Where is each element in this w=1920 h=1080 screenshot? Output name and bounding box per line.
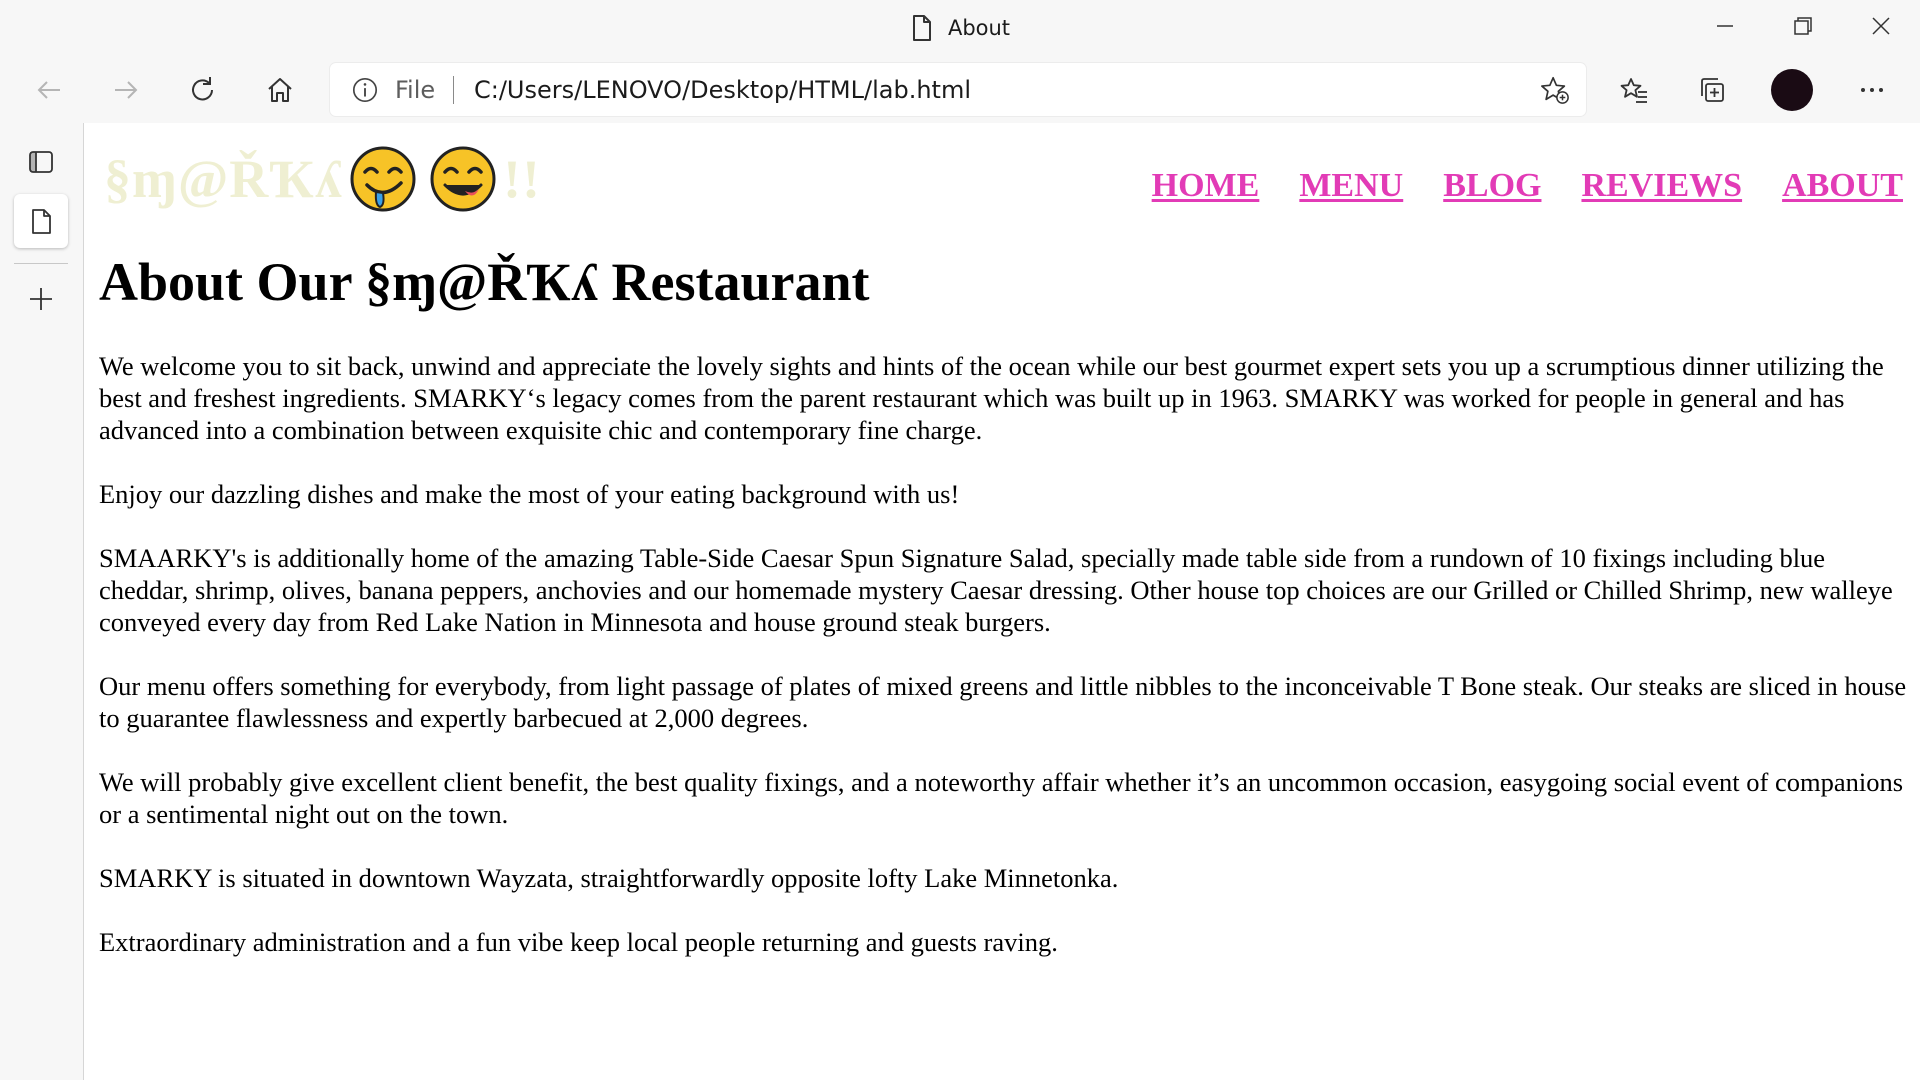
tab-actions-button[interactable] bbox=[14, 135, 68, 189]
close-icon bbox=[1872, 17, 1890, 35]
window-title: About bbox=[0, 12, 1920, 44]
collections-icon bbox=[1701, 78, 1724, 102]
address-scheme-label: File bbox=[395, 76, 436, 104]
refresh-icon bbox=[192, 77, 213, 101]
logo-text: §ɱ@ŘҠʎ bbox=[104, 149, 343, 209]
browser-toolbar: File C:/Users/LENOVO/Desktop/HTML/lab.ht… bbox=[0, 57, 1920, 123]
title-bar: About bbox=[0, 0, 1920, 57]
site-info-button[interactable] bbox=[350, 75, 380, 105]
minimize-button[interactable] bbox=[1686, 0, 1764, 52]
nav-link-home[interactable]: HOME bbox=[1152, 167, 1260, 205]
paragraph-location: SMARKY is situated in downtown Wayzata, … bbox=[99, 863, 1119, 893]
new-tab-button[interactable] bbox=[14, 272, 68, 326]
nav-link-menu[interactable]: MENU bbox=[1299, 167, 1403, 205]
yum-face-emoji-icon bbox=[430, 146, 496, 212]
paragraph-intro: We welcome you to sit back, unwind and a… bbox=[99, 351, 1884, 445]
about-content: We welcome you to sit back, unwind and a… bbox=[99, 350, 1917, 990]
collections-button[interactable] bbox=[1689, 67, 1735, 113]
address-separator bbox=[453, 76, 454, 104]
minimize-icon bbox=[1717, 25, 1733, 27]
paragraph-vibe: Extraordinary administration and a fun v… bbox=[99, 927, 1058, 957]
more-dots-icon bbox=[1861, 88, 1883, 92]
back-arrow-icon bbox=[37, 81, 60, 99]
close-button[interactable] bbox=[1842, 0, 1920, 52]
address-bar[interactable]: File C:/Users/LENOVO/Desktop/HTML/lab.ht… bbox=[330, 63, 1586, 116]
tab-divider bbox=[14, 263, 68, 264]
forward-arrow-icon bbox=[115, 81, 138, 99]
address-url[interactable]: C:/Users/LENOVO/Desktop/HTML/lab.html bbox=[474, 75, 971, 105]
paragraph-service: We will probably give excellent client b… bbox=[99, 767, 1904, 829]
favorites-list-icon bbox=[1620, 78, 1647, 103]
window-title-text: About bbox=[947, 16, 1011, 40]
back-button[interactable] bbox=[26, 67, 72, 113]
paragraph-enjoy: Enjoy our dazzling dishes and make the m… bbox=[99, 479, 960, 509]
favorites-button[interactable] bbox=[1611, 67, 1657, 113]
vertical-tab-strip bbox=[0, 123, 84, 1080]
nav-link-about[interactable]: ABOUT bbox=[1782, 167, 1903, 205]
logo-suffix: !! bbox=[502, 149, 541, 209]
forward-button[interactable] bbox=[103, 67, 149, 113]
tab-panel-icon bbox=[29, 151, 53, 173]
web-page: §ɱ@ŘҠʎ !! HOME MENU BLOG REVIEWS ABOUT A… bbox=[84, 124, 1920, 1080]
paragraph-menu: Our menu offers something for everybody,… bbox=[99, 671, 1907, 733]
main-nav: HOME MENU BLOG REVIEWS ABOUT bbox=[1152, 167, 1903, 205]
star-add-icon bbox=[1541, 76, 1569, 104]
page-icon bbox=[912, 15, 931, 41]
restore-button[interactable] bbox=[1764, 0, 1842, 52]
add-favorite-button[interactable] bbox=[1538, 74, 1572, 106]
info-icon bbox=[352, 77, 378, 103]
tab-about[interactable] bbox=[14, 194, 68, 248]
home-button[interactable] bbox=[257, 67, 303, 113]
settings-more-button[interactable] bbox=[1849, 67, 1895, 113]
nav-link-blog[interactable]: BLOG bbox=[1443, 167, 1541, 205]
profile-avatar[interactable] bbox=[1771, 69, 1813, 111]
restore-icon bbox=[1794, 17, 1812, 35]
page-icon bbox=[32, 209, 51, 234]
paragraph-salad: SMAARKY's is additionally home of the am… bbox=[99, 543, 1893, 637]
window-controls bbox=[1686, 0, 1920, 52]
refresh-button[interactable] bbox=[180, 67, 226, 113]
nav-link-reviews[interactable]: REVIEWS bbox=[1581, 167, 1742, 205]
home-icon bbox=[268, 78, 292, 102]
site-logo[interactable]: §ɱ@ŘҠʎ !! bbox=[104, 144, 541, 214]
plus-icon bbox=[30, 288, 52, 310]
page-heading: About Our §ɱ@ŘҠʎ Restaurant bbox=[99, 252, 870, 312]
drooling-face-emoji-icon bbox=[350, 146, 416, 212]
